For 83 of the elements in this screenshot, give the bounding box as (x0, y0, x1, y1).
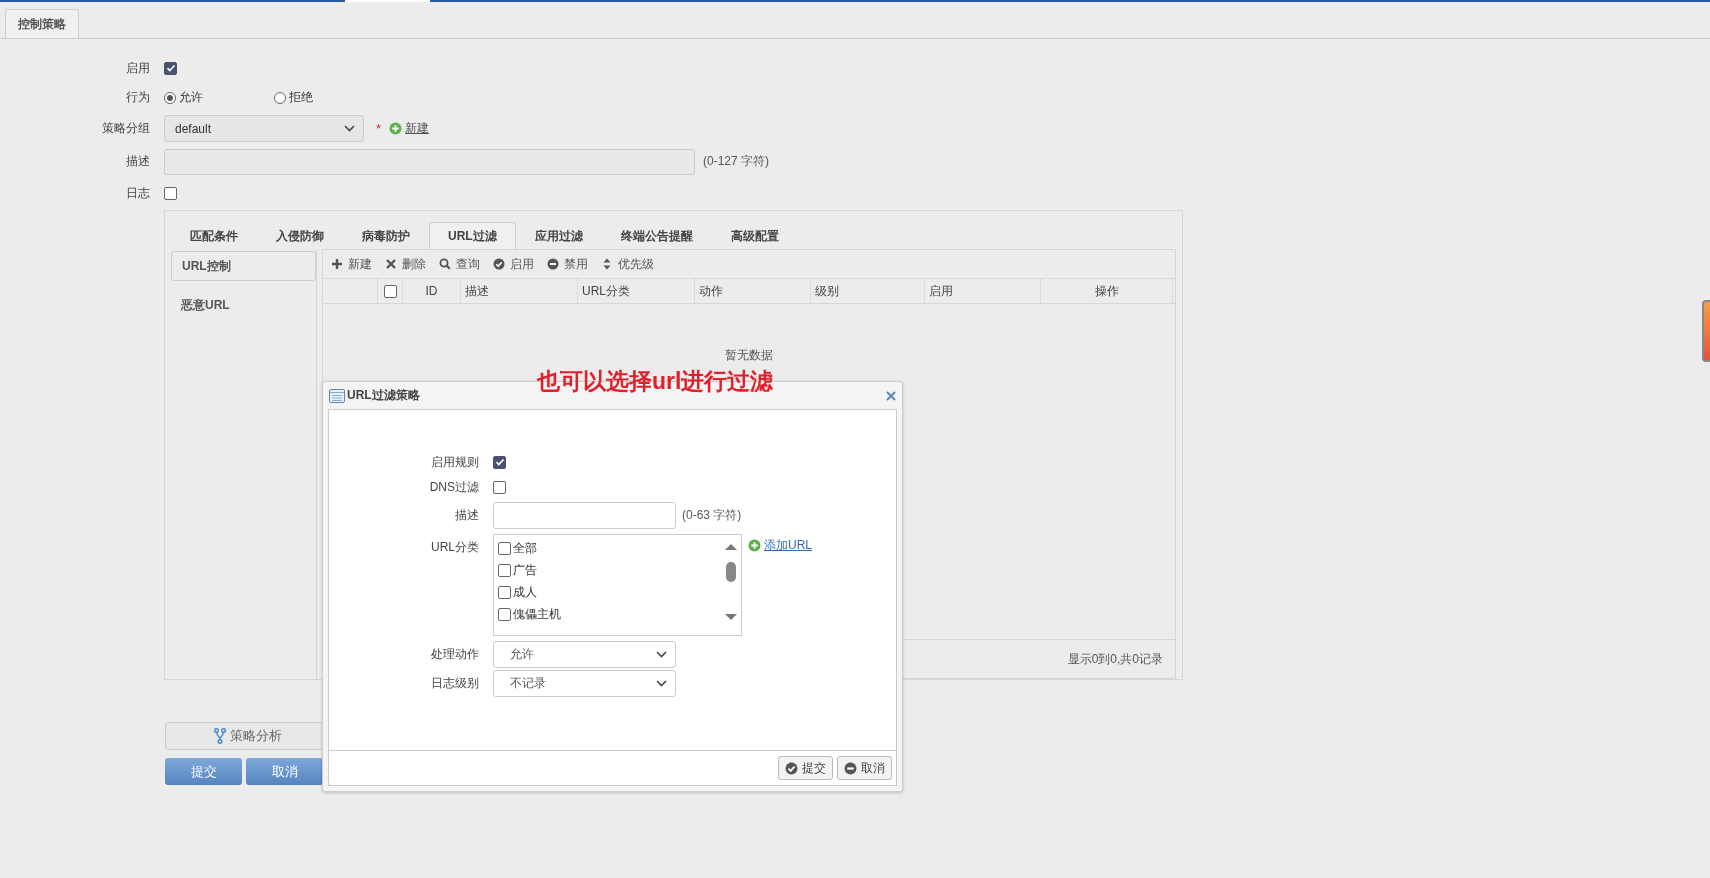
empty-message: 暂无数据 (725, 347, 773, 361)
checkbox[interactable] (498, 563, 511, 577)
field-label: 处理动作 (430, 646, 479, 663)
policy-tab[interactable]: URL过滤 (429, 222, 516, 249)
category-list[interactable]: 全部 广告 成人 傀儡主机 (493, 534, 742, 636)
field-label: DNS过滤 (428, 479, 479, 496)
branch-icon (213, 728, 226, 744)
add-url-link[interactable]: 添加URL (764, 537, 812, 554)
toolbar-button[interactable]: 新建 (331, 255, 372, 273)
length-hint: (0-127 字符) (703, 153, 770, 170)
category-label: 成人 (513, 583, 537, 601)
field-label: 行为 (125, 89, 150, 106)
record-count: 显示0到0,共0记录 (1067, 650, 1163, 668)
column-header: 操作 (1041, 279, 1173, 303)
log-level-select[interactable]: 不记录 (493, 670, 676, 697)
field-label: 描述 (454, 507, 479, 524)
checkbox[interactable] (164, 186, 177, 200)
add-icon (389, 122, 403, 135)
group-select[interactable]: default (164, 115, 364, 142)
annotation-text: 也可以选择url进行过滤 (537, 367, 774, 396)
chevron-icon (656, 651, 667, 658)
side-nav-item[interactable]: 恶意URL (171, 291, 316, 319)
check-circle-icon (493, 258, 505, 270)
cross-icon (385, 258, 397, 270)
toolbar-button[interactable]: 启用 (493, 255, 534, 273)
action-select[interactable]: 允许 (493, 641, 676, 668)
toolbar-button[interactable]: 禁用 (547, 255, 588, 273)
side-handle[interactable] (1702, 300, 1710, 362)
required-mark: * (376, 121, 382, 136)
close-icon[interactable] (886, 390, 896, 401)
column-header: 级别 (811, 279, 925, 303)
chevron-icon (656, 680, 667, 687)
checkbox[interactable] (498, 585, 511, 599)
category-label: 全部 (513, 539, 537, 557)
column-header: 动作 (695, 279, 811, 303)
checkbox[interactable] (498, 541, 511, 555)
toolbar-button[interactable]: 优先级 (601, 255, 654, 273)
field-label: 策略分组 (101, 120, 150, 137)
field-label: 日志 (125, 184, 150, 202)
dialog-title: URL过滤策略 (347, 387, 421, 404)
field-label: 日志级别 (430, 675, 479, 692)
policy-tab[interactable]: 病毒防护 (343, 222, 429, 249)
column-header: ID (403, 279, 461, 303)
policy-tab[interactable]: 入侵防御 (257, 222, 343, 249)
radio-option[interactable]: 拒绝 (274, 89, 313, 106)
search-icon (439, 258, 451, 270)
checkbox[interactable] (498, 607, 511, 621)
dialog-button[interactable]: 提交 (778, 756, 833, 780)
sort-icon (601, 258, 613, 270)
add-icon (748, 539, 761, 552)
dialog-button[interactable]: 取消 (837, 756, 892, 780)
checkbox[interactable] (493, 455, 506, 469)
checkbox[interactable] (493, 480, 506, 494)
field-label: 启用 (125, 59, 150, 77)
field-label: 描述 (125, 153, 150, 170)
description-field[interactable] (164, 148, 695, 175)
side-nav-item[interactable]: URL控制 (171, 251, 316, 281)
column-header: 描述 (461, 279, 578, 303)
toolbar-button[interactable]: 查询 (439, 255, 480, 273)
select-all-checkbox[interactable] (383, 284, 397, 298)
toolbar-button[interactable]: 删除 (385, 255, 426, 273)
minus-circle-icon (844, 761, 857, 775)
page-tab[interactable]: 控制策略 (5, 9, 79, 38)
check-circle-icon (785, 761, 798, 775)
policy-tab[interactable]: 高级配置 (711, 222, 798, 249)
category-label: 广告 (513, 561, 537, 579)
plus-icon (331, 258, 343, 270)
radio-option[interactable]: 允许 (164, 89, 274, 106)
column-header: URL分类 (578, 279, 695, 303)
field-label: URL分类 (430, 539, 479, 556)
category-label: 傀儡主机 (513, 605, 561, 623)
new-link[interactable]: 新建 (405, 120, 430, 137)
description-field[interactable] (493, 502, 676, 529)
policy-tab[interactable]: 匹配条件 (171, 222, 257, 249)
chevron-icon (344, 125, 355, 132)
field-label: 启用规则 (430, 454, 479, 471)
checkbox[interactable] (164, 61, 177, 75)
column-header: 启用 (925, 279, 1041, 303)
window-icon (329, 388, 345, 403)
length-hint: (0-63 字符) (682, 507, 742, 524)
policy-tab[interactable]: 应用过滤 (515, 222, 602, 249)
minus-circle-icon (547, 258, 559, 270)
policy-tab[interactable]: 终端公告提醒 (601, 222, 712, 249)
